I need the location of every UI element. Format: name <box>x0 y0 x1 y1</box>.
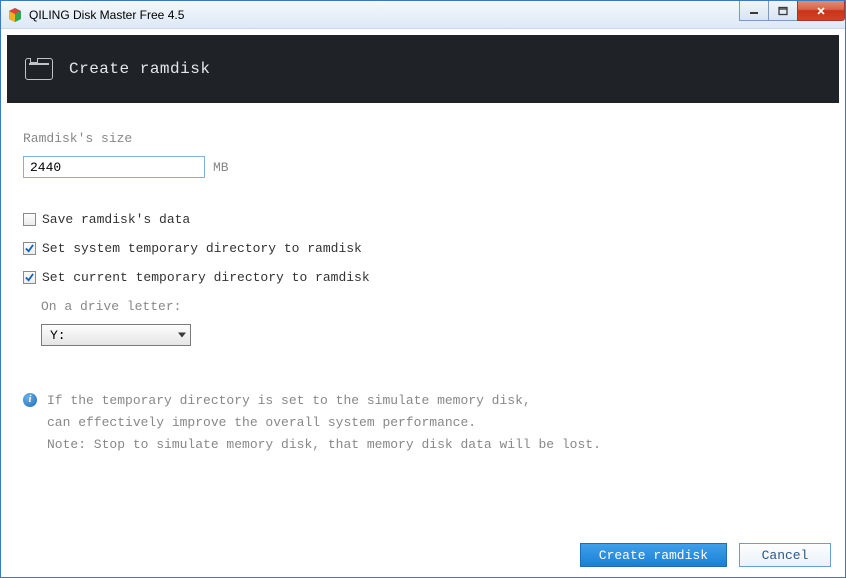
window-title: QILING Disk Master Free 4.5 <box>29 8 184 22</box>
app-icon <box>7 7 23 23</box>
checkbox-icon <box>23 213 36 226</box>
checkbox-label: Set current temporary directory to ramdi… <box>42 270 370 285</box>
checkbox-save-data[interactable]: Save ramdisk's data <box>23 212 823 227</box>
cancel-button[interactable]: Cancel <box>739 543 831 567</box>
info-text: If the temporary directory is set to the… <box>47 390 601 456</box>
app-window: QILING Disk Master Free 4.5 Create ramdi… <box>0 0 846 578</box>
checkbox-current-temp[interactable]: Set current temporary directory to ramdi… <box>23 270 823 285</box>
footer: Create ramdisk Cancel <box>580 543 831 567</box>
checkbox-icon <box>23 242 36 255</box>
sdcard-icon <box>25 58 53 80</box>
create-ramdisk-button[interactable]: Create ramdisk <box>580 543 727 567</box>
form-area: Ramdisk's size MB Save ramdisk's data Se… <box>1 103 845 456</box>
size-unit: MB <box>213 160 229 175</box>
info-icon: i <box>23 393 37 407</box>
minimize-button[interactable] <box>739 1 769 21</box>
close-button[interactable] <box>797 1 845 21</box>
banner-title: Create ramdisk <box>69 60 210 78</box>
chevron-down-icon <box>178 333 186 338</box>
titlebar: QILING Disk Master Free 4.5 <box>1 1 845 29</box>
checkbox-icon <box>23 271 36 284</box>
info-block: i If the temporary directory is set to t… <box>23 390 823 456</box>
checkbox-label: Save ramdisk's data <box>42 212 190 227</box>
window-controls <box>740 1 845 21</box>
size-input[interactable] <box>23 156 205 178</box>
drive-letter-dropdown[interactable]: Y: <box>41 324 191 346</box>
dropdown-value: Y: <box>50 328 66 343</box>
checkbox-label: Set system temporary directory to ramdis… <box>42 241 362 256</box>
size-label: Ramdisk's size <box>23 131 823 146</box>
checkbox-system-temp[interactable]: Set system temporary directory to ramdis… <box>23 241 823 256</box>
banner: Create ramdisk <box>7 35 839 103</box>
drive-label: On a drive letter: <box>41 299 823 314</box>
maximize-button[interactable] <box>768 1 798 21</box>
